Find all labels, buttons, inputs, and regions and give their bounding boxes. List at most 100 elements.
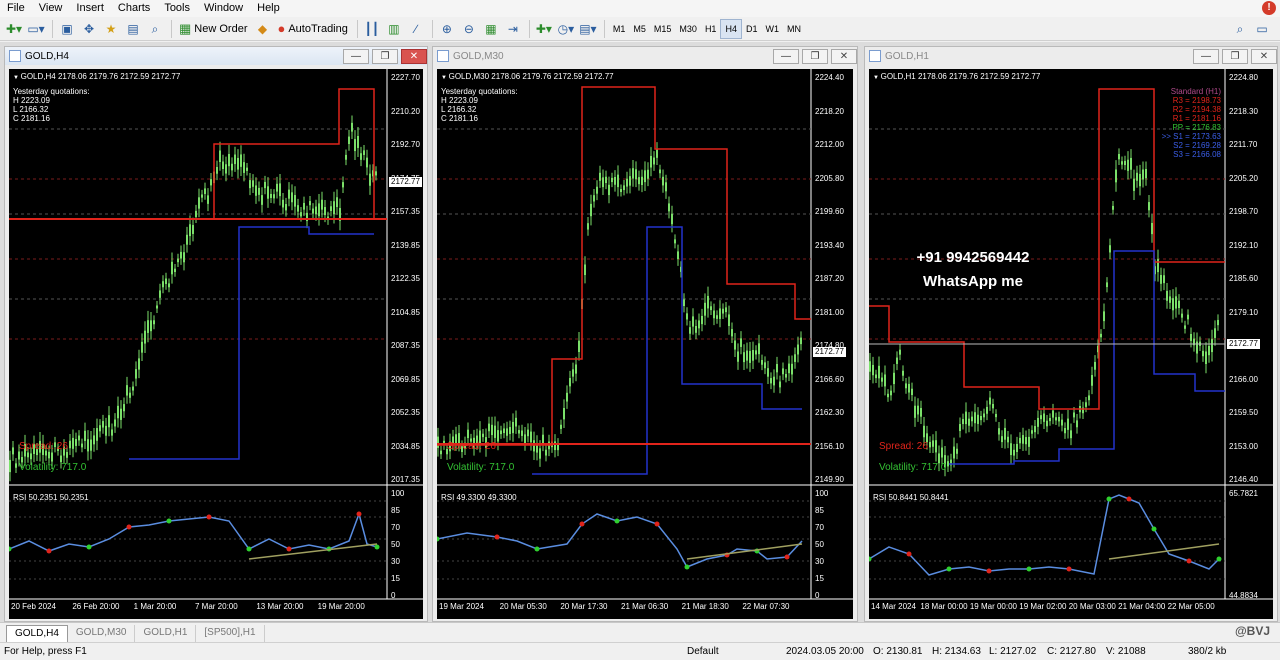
chart-window-gold-h1[interactable]: GOLD,H1 — ❐ ✕ GOLD,H1 2178.06 2179.76 21…	[864, 46, 1278, 622]
new-order-button[interactable]: ▦ New Order	[176, 19, 250, 39]
status-profile[interactable]: Default	[687, 646, 719, 657]
tf-m1[interactable]: M1	[609, 19, 630, 39]
price-tick: 2104.85	[391, 307, 420, 317]
close-button[interactable]: ✕	[831, 48, 857, 64]
chat-icon[interactable]: ▭	[1252, 19, 1272, 39]
terminal-icon[interactable]: ▤	[123, 19, 143, 39]
candle-body	[554, 441, 556, 451]
candle-body	[177, 258, 179, 263]
zoom-in-icon[interactable]: ⊕	[437, 19, 457, 39]
menu-window[interactable]: Window	[197, 0, 250, 17]
candle-body	[1127, 159, 1129, 171]
chart-window-gold-h4[interactable]: GOLD,H4 — ❐ ✕ GOLD,H4 2178.06 2179.76 21…	[4, 46, 428, 622]
candle-body	[78, 435, 80, 441]
search-icon[interactable]: ⌕	[1230, 19, 1250, 39]
yesterday-quotations: Yesterday quotations: H 2223.09 L 2166.3…	[441, 87, 518, 123]
tf-h4[interactable]: H4	[720, 18, 742, 39]
candle-body	[959, 424, 961, 432]
chart-header: GOLD,M30 2178.06 2179.76 2172.59 2172.77	[441, 72, 614, 81]
candle-body	[135, 369, 137, 379]
rsi-dot	[1216, 556, 1222, 562]
tile-windows-icon[interactable]: ▦	[481, 19, 501, 39]
candle-body	[761, 360, 763, 365]
line-chart-icon[interactable]: ∕	[406, 19, 426, 39]
tf-m5[interactable]: M5	[629, 19, 650, 39]
tab-gold-h4[interactable]: GOLD,H4	[6, 625, 68, 642]
chart-shift-icon[interactable]: ⇥	[503, 19, 523, 39]
minimize-button[interactable]: —	[343, 48, 369, 64]
autotrading-button[interactable]: ● AutoTrading	[274, 19, 350, 39]
chart-header: GOLD,H1 2178.06 2179.76 2172.59 2172.77	[873, 72, 1041, 81]
close-button[interactable]: ✕	[1251, 48, 1277, 64]
bar-chart-icon[interactable]: ┃┃	[362, 19, 382, 39]
yq-low: L 2166.32	[13, 105, 49, 114]
periods-icon[interactable]: ◷▾	[556, 19, 576, 39]
rsi-dot	[46, 548, 52, 554]
data-window-icon[interactable]: ✥	[79, 19, 99, 39]
tf-m15[interactable]: M15	[650, 19, 676, 39]
alert-icon[interactable]: !	[1262, 1, 1276, 15]
maximize-button[interactable]: ❐	[372, 48, 398, 64]
minimize-button[interactable]: —	[1193, 48, 1219, 64]
tf-h1[interactable]: H1	[701, 19, 721, 39]
profiles-icon[interactable]: ▭▾	[26, 19, 46, 39]
tf-d1[interactable]: D1	[742, 19, 762, 39]
candle-body	[650, 155, 652, 168]
candle-body	[914, 405, 916, 418]
indicators-icon[interactable]: ✚▾	[534, 19, 554, 39]
market-watch-icon[interactable]: ▣	[57, 19, 77, 39]
price-tick: 2218.30	[1229, 106, 1258, 116]
menu-insert[interactable]: Insert	[69, 0, 111, 17]
menu-charts[interactable]: Charts	[111, 0, 157, 17]
price-tick: 2156.10	[815, 441, 844, 451]
tab-sp500-h1[interactable]: [SP500],H1	[196, 625, 265, 642]
templates-icon[interactable]: ▤▾	[578, 19, 598, 39]
candle-body	[168, 283, 170, 288]
window-titlebar[interactable]: GOLD,H1 — ❐ ✕	[865, 47, 1277, 65]
price-chart[interactable]: GOLD,H1 2178.06 2179.76 2172.59 2172.77 …	[869, 69, 1273, 619]
resistance-line	[437, 86, 811, 446]
metaeditor-icon[interactable]: ◆	[252, 19, 272, 39]
candle-body	[800, 337, 802, 345]
maximize-button[interactable]: ❐	[802, 48, 828, 64]
window-titlebar[interactable]: GOLD,M30 — ❐ ✕	[433, 47, 857, 65]
candle-body	[273, 194, 275, 199]
tf-mn[interactable]: MN	[783, 19, 805, 39]
tab-gold-h1[interactable]: GOLD,H1	[135, 625, 197, 642]
tab-gold-m30[interactable]: GOLD,M30	[68, 625, 136, 642]
new-chart-icon[interactable]: ✚▾	[4, 19, 24, 39]
menu-file[interactable]: File	[0, 0, 32, 17]
candle-body	[249, 180, 251, 189]
candle-body	[207, 195, 209, 204]
chart-window-icon	[437, 50, 449, 62]
menu-help[interactable]: Help	[250, 0, 287, 17]
tf-w1[interactable]: W1	[761, 19, 783, 39]
tester-icon[interactable]: ⌕	[145, 19, 165, 39]
candle-body	[749, 350, 751, 363]
maximize-button[interactable]: ❐	[1222, 48, 1248, 64]
menu-view[interactable]: View	[32, 0, 70, 17]
candle-body	[246, 167, 248, 171]
candle-body	[575, 364, 577, 374]
candle-body	[1157, 259, 1159, 273]
candlestick-icon[interactable]: ▥	[384, 19, 404, 39]
candle-body	[297, 205, 299, 212]
status-high: H: 2134.63	[932, 646, 981, 657]
candle-body	[150, 320, 152, 332]
zoom-out-icon[interactable]: ⊖	[459, 19, 479, 39]
close-button[interactable]: ✕	[401, 48, 427, 64]
candle-body	[15, 463, 17, 468]
candle-body	[677, 251, 679, 260]
navigator-icon[interactable]: ★	[101, 19, 121, 39]
candle-body	[539, 448, 541, 459]
window-titlebar[interactable]: GOLD,H4 — ❐ ✕	[5, 47, 427, 65]
minimize-button[interactable]: —	[773, 48, 799, 64]
tf-m30[interactable]: M30	[675, 19, 701, 39]
price-chart[interactable]: GOLD,M30 2178.06 2179.76 2172.59 2172.77…	[437, 69, 853, 619]
menu-tools[interactable]: Tools	[157, 0, 197, 17]
candle-body	[611, 177, 613, 183]
chart-window-gold-m30[interactable]: GOLD,M30 — ❐ ✕ GOLD,M30 2178.06 2179.76 …	[432, 46, 858, 622]
candle-body	[509, 427, 511, 434]
candle-body	[9, 459, 11, 473]
price-chart[interactable]: GOLD,H4 2178.06 2179.76 2172.59 2172.77 …	[9, 69, 423, 619]
